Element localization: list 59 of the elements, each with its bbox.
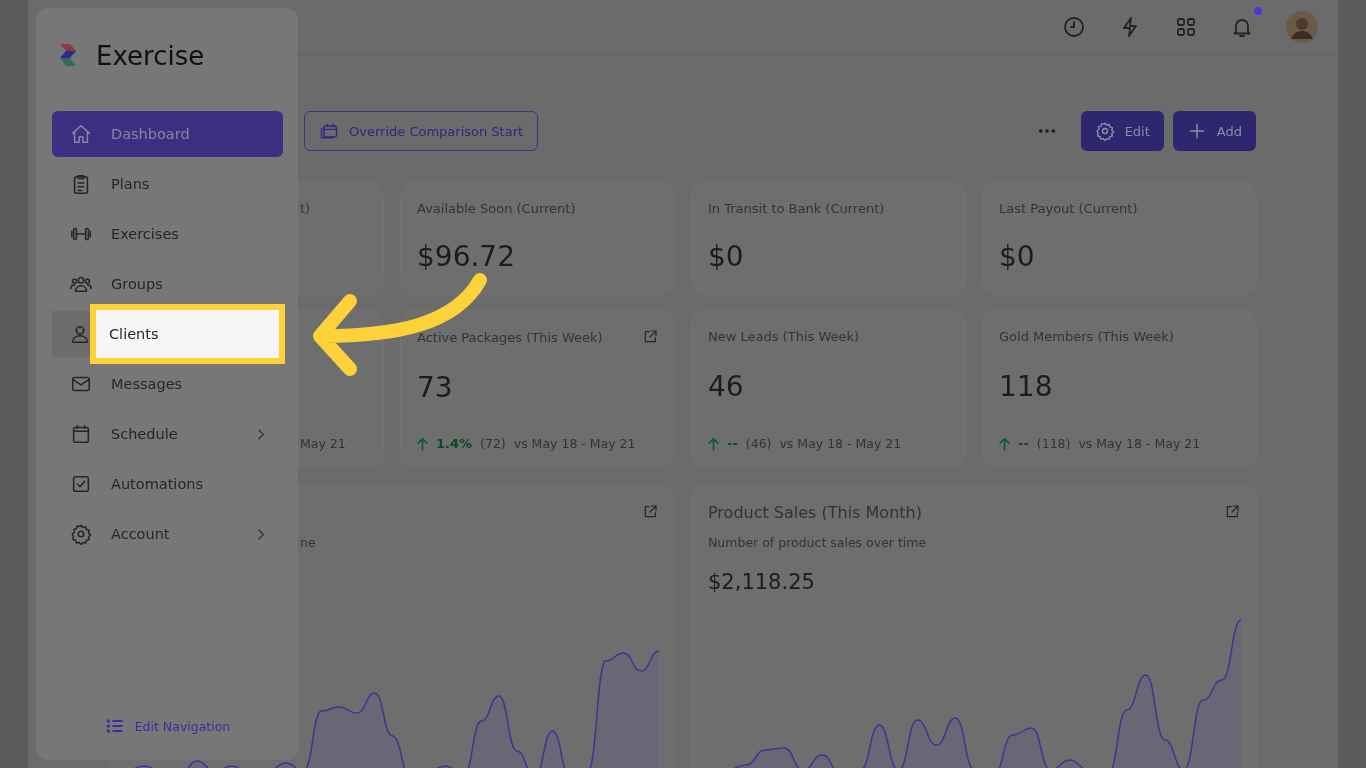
- change-percent: --: [727, 436, 738, 451]
- comparison-range: vs May 18 - May 21: [1078, 436, 1201, 451]
- previous-value: (118): [1036, 436, 1071, 451]
- stat-value: $0: [708, 240, 745, 273]
- card-title: t): [299, 201, 312, 216]
- list-icon: [104, 716, 125, 736]
- clock-icon[interactable]: [1062, 15, 1086, 39]
- comparison-range: vs May 18 - May 21: [779, 436, 902, 451]
- change-percent: --: [1018, 436, 1029, 451]
- nav-item[interactable]: Automations: [52, 461, 283, 507]
- comparison-range: vs May 18 - May 21: [513, 436, 636, 451]
- add-button[interactable]: Add: [1172, 111, 1256, 151]
- avatar[interactable]: [1286, 11, 1318, 43]
- override-comparison-start-button[interactable]: Override Comparison Start: [304, 111, 539, 151]
- chart-description: ne: [299, 535, 317, 550]
- nav-item[interactable]: Groups: [52, 261, 283, 307]
- chart-description: Number of product sales over time: [708, 535, 928, 550]
- external-link-icon[interactable]: [642, 504, 658, 520]
- more-icon[interactable]: [1037, 128, 1056, 134]
- external-link-icon[interactable]: [1224, 504, 1240, 520]
- stat-value: $0: [999, 240, 1036, 273]
- calendar-icon: [70, 423, 92, 445]
- home-icon: [70, 123, 92, 145]
- edit-navigation-link[interactable]: Edit Navigation: [100, 712, 235, 740]
- nav-item[interactable]: Account: [52, 511, 283, 557]
- gear-icon: [1094, 121, 1115, 141]
- card-title: Last Payout (Current): [999, 201, 1138, 216]
- previous-value: (72): [480, 436, 506, 451]
- trend-arrow-icon: [708, 436, 719, 451]
- card-title: Gold Members (This Week): [999, 329, 1174, 344]
- previous-value: (46): [745, 436, 772, 451]
- stat-value: 46: [708, 370, 745, 403]
- calendar-icon: [319, 121, 339, 141]
- checkbox-icon: [70, 473, 92, 495]
- app-name: Exercise: [96, 41, 205, 71]
- external-link-icon[interactable]: [642, 329, 658, 345]
- stat-value: 118: [999, 370, 1054, 403]
- stat-value: $96.72: [417, 240, 516, 273]
- chart-title: Product Sales (This Month): [708, 502, 922, 522]
- nav-item[interactable]: Exercises: [52, 211, 283, 257]
- nav-item[interactable]: Schedule: [52, 411, 283, 457]
- card-title: New Leads (This Week): [708, 329, 860, 344]
- nav-item[interactable]: Plans: [52, 161, 283, 207]
- gear-icon: [70, 523, 92, 545]
- card-title: Available Soon (Current): [417, 201, 576, 216]
- stat-value: 73: [417, 371, 454, 404]
- nav-item[interactable]: Clients: [52, 304, 285, 364]
- trend-arrow-icon: [999, 436, 1010, 451]
- person-icon: [69, 323, 91, 345]
- nav-item[interactable]: Messages: [52, 361, 283, 407]
- comparison-range: May 21: [299, 436, 347, 451]
- change-percent: 1.4%: [436, 436, 473, 451]
- card-title: In Transit to Bank (Current): [708, 201, 885, 216]
- edit-button[interactable]: Edit: [1080, 111, 1164, 151]
- grid-icon[interactable]: [1174, 15, 1198, 39]
- chart-total: $2,118.25: [708, 570, 816, 594]
- nav-item[interactable]: Dashboard: [52, 111, 283, 157]
- card-title: Active Packages (This Week): [417, 329, 603, 345]
- trend-arrow-icon: [417, 436, 428, 451]
